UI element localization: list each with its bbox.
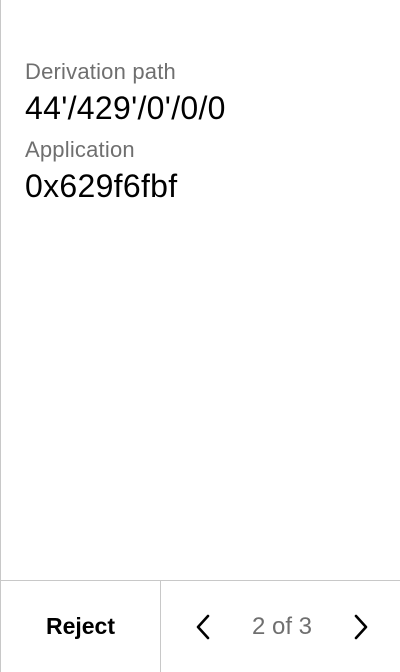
review-content: Derivation path 44'/429'/0'/0/0 Applicat… — [25, 58, 384, 206]
application-field: Application 0x629f6fbf — [25, 136, 384, 206]
application-label: Application — [25, 137, 135, 162]
reject-button[interactable]: Reject — [1, 581, 161, 672]
derivation-path-label: Derivation path — [25, 59, 176, 84]
chevron-right-icon[interactable] — [345, 607, 377, 647]
footer-bar: Reject 2 of 3 — [1, 580, 400, 672]
pager: 2 of 3 — [161, 581, 400, 672]
application-value: 0x629f6fbf — [25, 168, 178, 204]
derivation-path-value: 44'/429'/0'/0/0 — [25, 90, 226, 126]
page-indicator: 2 of 3 — [251, 612, 313, 640]
derivation-path-field: Derivation path 44'/429'/0'/0/0 — [25, 58, 384, 128]
chevron-left-icon[interactable] — [187, 607, 219, 647]
review-screen: Derivation path 44'/429'/0'/0/0 Applicat… — [0, 0, 400, 672]
